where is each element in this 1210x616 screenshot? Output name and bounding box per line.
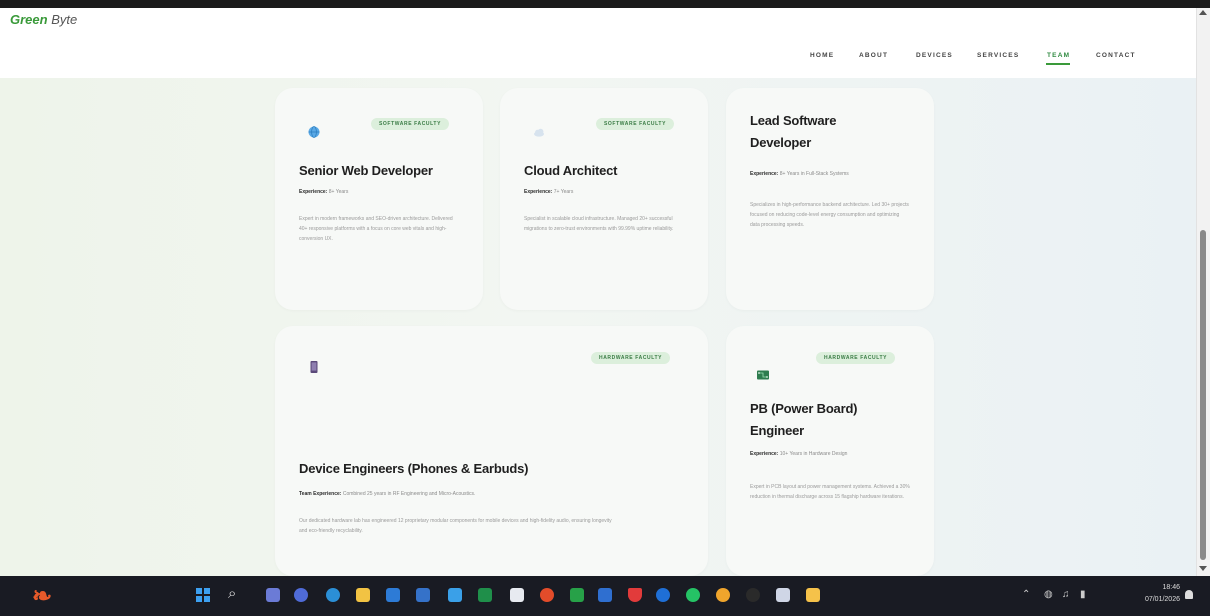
card-experience: Experience: 10+ Years in Hardware Design <box>750 451 848 457</box>
sheets-icon[interactable] <box>570 588 584 602</box>
powerpoint-icon[interactable] <box>540 588 554 602</box>
card-description: Our dedicated hardware lab has engineere… <box>299 518 612 534</box>
cloud-icon <box>532 125 546 139</box>
windows-taskbar: ❧ ⌕ ⌃ ◍ ♫ ▮ 18:46 07/01/2026 <box>0 576 1210 616</box>
volume-icon[interactable]: ♫ <box>1062 589 1070 600</box>
widgets-icon[interactable]: ❧ <box>32 582 52 611</box>
faculty-badge: SOFTWARE FACULTY <box>596 118 675 130</box>
folder-icon[interactable] <box>806 588 820 602</box>
word-icon[interactable] <box>416 588 430 602</box>
card-title: Lead Software Developer <box>750 113 837 150</box>
app-icon[interactable] <box>628 588 642 602</box>
scroll-up-arrow-icon[interactable] <box>1199 10 1207 15</box>
system-clock[interactable]: 18:46 07/01/2026 <box>1132 582 1180 606</box>
store-icon[interactable] <box>386 588 400 602</box>
calendar-icon[interactable] <box>510 588 524 602</box>
card-description: Specialist in scalable cloud infrastruct… <box>524 216 674 232</box>
main-nav: HOME ABOUT DEVICES SERVICES TEAM CONTACT <box>0 52 1196 68</box>
globe-icon <box>307 125 321 139</box>
team-card-power-board-engineer: HARDWARE FACULTY PB (Power Board) Engine… <box>726 326 934 576</box>
team-card-cloud-architect: SOFTWARE FACULTY Cloud Architect Experie… <box>500 88 708 310</box>
clock-date: 07/01/2026 <box>1144 596 1180 603</box>
card-title: PB (Power Board) Engineer <box>750 401 858 438</box>
card-experience: Experience: 8+ Years <box>299 189 349 195</box>
nav-services[interactable]: SERVICES <box>977 52 1019 59</box>
chrome-icon[interactable] <box>716 588 730 602</box>
card-description: Specializes in high-performance backend … <box>750 202 909 228</box>
card-experience: Experience: 7+ Years <box>524 189 574 195</box>
circuit-board-icon <box>756 368 770 382</box>
photos-icon[interactable] <box>776 588 790 602</box>
search-icon[interactable]: ⌕ <box>228 585 236 602</box>
nav-active-underline <box>1046 63 1070 65</box>
circle-app-icon[interactable] <box>746 588 760 602</box>
site-header: Green Byte HOME ABOUT DEVICES SERVICES T… <box>0 8 1196 78</box>
card-description: Expert in modern frameworks and SEO-driv… <box>299 216 453 242</box>
scroll-down-arrow-icon[interactable] <box>1199 566 1207 571</box>
task-view-icon[interactable] <box>266 588 280 602</box>
web-page: Green Byte HOME ABOUT DEVICES SERVICES T… <box>0 8 1196 576</box>
site-logo[interactable]: Green Byte <box>10 12 77 27</box>
team-card-device-engineers: HARDWARE FACULTY Device Engineers (Phone… <box>275 326 708 576</box>
wifi-icon[interactable]: ◍ <box>1044 589 1053 600</box>
card-title: Senior Web Developer <box>299 163 433 178</box>
window-top-edge <box>0 0 1210 8</box>
vscode-icon[interactable] <box>656 588 670 602</box>
chevron-up-icon[interactable]: ⌃ <box>1022 589 1030 600</box>
nav-team[interactable]: TEAM <box>1047 52 1070 59</box>
faculty-badge: HARDWARE FACULTY <box>591 352 671 364</box>
nav-about[interactable]: ABOUT <box>859 52 888 59</box>
scrollbar-thumb[interactable] <box>1200 230 1206 560</box>
card-experience: Experience: 8+ Years in Full-Stack Syste… <box>750 171 849 177</box>
battery-icon[interactable]: ▮ <box>1080 589 1086 600</box>
start-icon[interactable] <box>196 588 210 602</box>
chat-icon[interactable] <box>294 588 308 602</box>
notification-bell-icon[interactable] <box>1185 590 1193 599</box>
clock-time: 18:46 <box>1162 584 1180 591</box>
faculty-badge: SOFTWARE FACULTY <box>371 118 450 130</box>
team-card-lead-software-developer: Lead Software Developer Experience: 8+ Y… <box>726 88 934 310</box>
whatsapp-icon[interactable] <box>686 588 700 602</box>
faculty-badge: HARDWARE FACULTY <box>816 352 896 364</box>
team-card-web-developer: SOFTWARE FACULTY Senior Web Developer Ex… <box>275 88 483 310</box>
file-explorer-icon[interactable] <box>356 588 370 602</box>
phone-icon <box>307 360 321 374</box>
linkedin-icon[interactable] <box>598 588 612 602</box>
card-description: Expert in PCB layout and power managemen… <box>750 484 910 500</box>
card-title: Cloud Architect <box>524 163 618 178</box>
card-experience: Team Experience: Combined 25 years in RF… <box>299 491 476 497</box>
notes-icon[interactable] <box>448 588 462 602</box>
edge-icon[interactable] <box>326 588 340 602</box>
nav-devices[interactable]: DEVICES <box>916 52 953 59</box>
excel-icon[interactable] <box>478 588 492 602</box>
nav-contact[interactable]: CONTACT <box>1096 52 1136 59</box>
nav-home[interactable]: HOME <box>810 52 834 59</box>
card-title: Device Engineers (Phones & Earbuds) <box>299 461 529 476</box>
